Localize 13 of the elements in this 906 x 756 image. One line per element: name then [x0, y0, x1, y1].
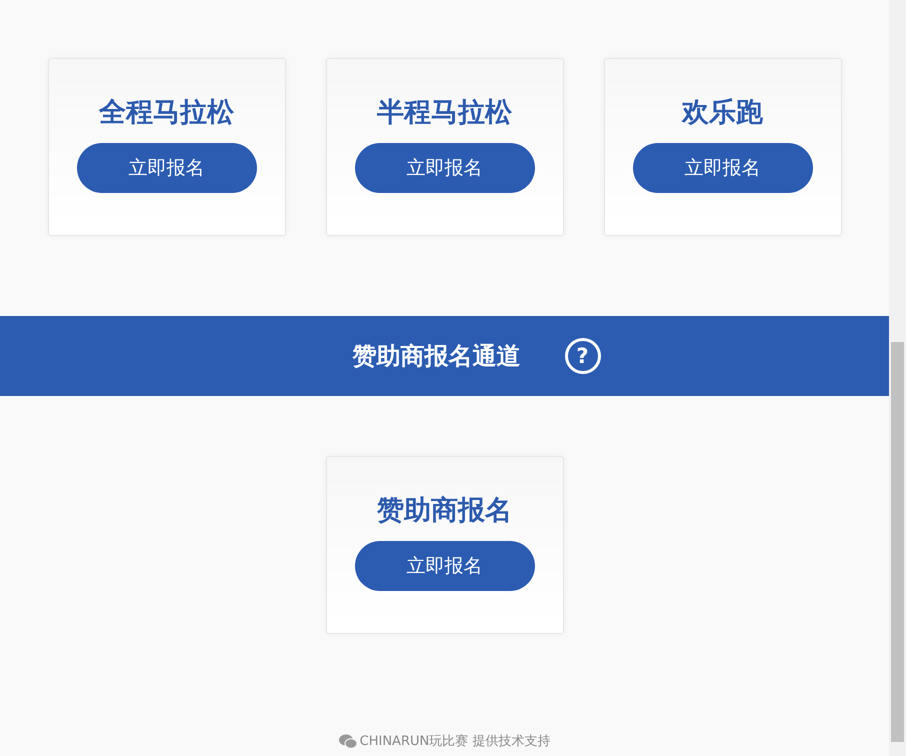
footer-text: CHINARUN玩比赛 提供技术支持 [360, 733, 550, 750]
banner-title: 赞助商报名通道 [352, 341, 520, 372]
register-button[interactable]: 立即报名 [632, 143, 812, 193]
card-title: 全程马拉松 [99, 96, 234, 130]
scrollbar[interactable] [889, 0, 906, 756]
card-title: 欢乐跑 [682, 96, 763, 130]
help-icon[interactable]: ? [564, 338, 600, 374]
register-button[interactable]: 立即报名 [354, 541, 534, 591]
card-title: 半程马拉松 [377, 96, 512, 130]
register-button[interactable]: 立即报名 [76, 143, 256, 193]
card-title: 赞助商报名 [377, 494, 512, 528]
chat-icon [338, 734, 357, 748]
register-button[interactable]: 立即报名 [354, 143, 534, 193]
